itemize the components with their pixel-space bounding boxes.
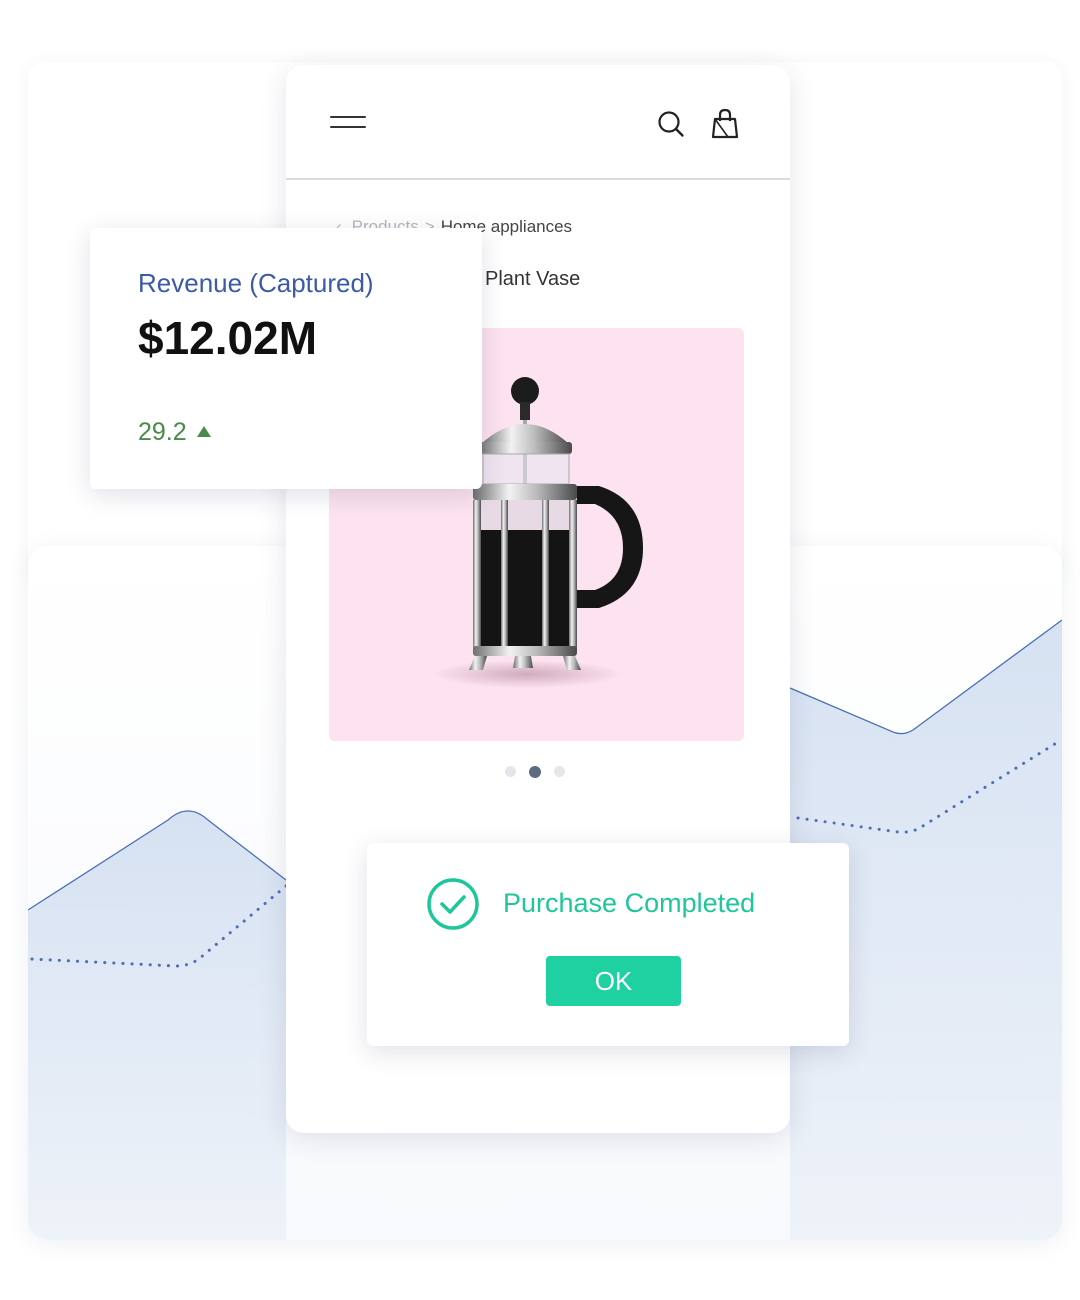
revenue-change: 29.2: [138, 418, 211, 447]
revenue-card: Revenue (Captured) $12.02M 29.2: [90, 228, 482, 489]
carousel-dot[interactable]: [554, 766, 565, 777]
revenue-label: Revenue (Captured): [138, 268, 374, 298]
shopping-bag-icon[interactable]: [710, 108, 740, 140]
purchase-dialog: Purchase Completed OK: [367, 843, 849, 1046]
ok-button[interactable]: OK: [546, 956, 681, 1006]
carousel-dot[interactable]: [505, 766, 516, 777]
check-circle-icon: [427, 878, 479, 930]
revenue-change-value: 29.2: [138, 418, 187, 446]
hamburger-menu-icon[interactable]: [330, 114, 368, 132]
chart-area: [28, 811, 286, 1240]
dialog-message: Purchase Completed: [503, 888, 756, 918]
search-icon[interactable]: [657, 110, 685, 138]
product-title: Plant Vase: [485, 268, 581, 290]
trend-up-icon: [196, 426, 211, 437]
carousel-dot-active[interactable]: [529, 766, 541, 778]
app-header: [286, 65, 790, 180]
revenue-value: $12.02M: [138, 312, 318, 364]
